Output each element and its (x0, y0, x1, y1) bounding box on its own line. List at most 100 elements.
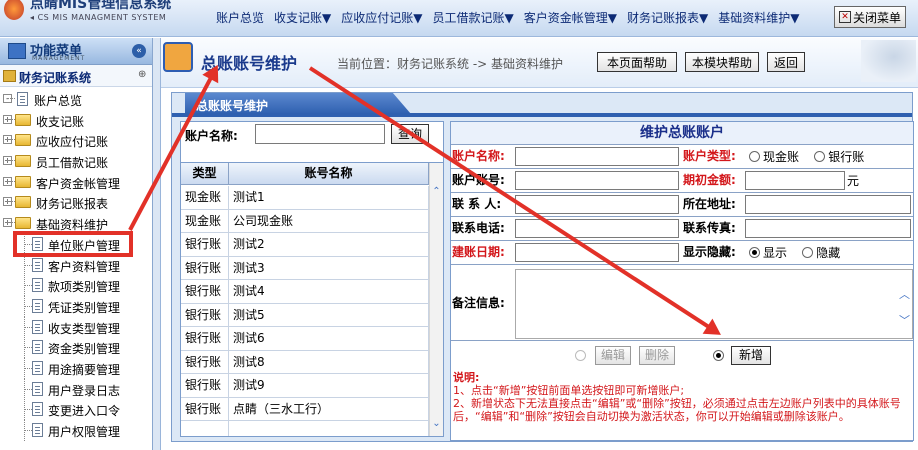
app-subtitle: ◂ CS MIS MANAGMENT SYSTEM (30, 13, 167, 22)
delete-button[interactable]: 删除 (639, 346, 675, 365)
table-body: 现金账 测试1 现金账 公司现金账 银行账 测试2 银行账 测试3 银行账 测试4 银行账 测试5 银行… (181, 186, 429, 436)
add-mode-radio[interactable] (713, 350, 724, 361)
sidebar-item[interactable]: 款项类别管理 (0, 275, 152, 297)
table-row[interactable]: 现金账 公司现金账 (181, 209, 429, 233)
fax-label: 联系传真: (682, 217, 746, 240)
cell-account-name: 测试8 (229, 350, 429, 373)
nav-item-5[interactable]: 财务记账报表▼ (622, 9, 713, 26)
table-row[interactable] (181, 421, 429, 436)
account-number-field[interactable] (515, 171, 679, 190)
panel-tab-label: 总账账号维护 (196, 99, 269, 113)
cell-type: 现金账 (181, 186, 229, 209)
menu-icon (8, 43, 26, 59)
sidebar-item[interactable]: 客户资料管理 (0, 254, 152, 276)
close-menu-button[interactable]: ✕ 关闭菜单 (834, 6, 906, 28)
nav-item-1[interactable]: 收支记账▼ (269, 9, 336, 26)
table-row[interactable]: 银行账 测试3 (181, 256, 429, 280)
sidebar-item[interactable]: + 员工借款记账 (0, 151, 152, 172)
cell-account-name: 测试4 (229, 280, 429, 303)
sidebar-item[interactable]: 用户权限管理 (0, 420, 152, 441)
account-name-field[interactable] (515, 147, 679, 166)
sidebar-item[interactable]: 收支类型管理 (0, 316, 152, 338)
chevron-down-icon[interactable]: ﹀ (899, 312, 910, 328)
nav-item-0[interactable]: 账户总览 (211, 9, 269, 26)
sidebar-item[interactable]: 凭证类别管理 (0, 295, 152, 317)
sidebar-item[interactable]: 用途摘要管理 (0, 357, 152, 379)
phone-label: 联系电话: (451, 217, 515, 240)
account-name-search-input[interactable] (255, 124, 385, 144)
action-row: 编辑 删除 新增 (451, 344, 913, 372)
scroll-down-icon[interactable]: ⌄ (430, 417, 443, 431)
table-row[interactable]: 银行账 点睛（三水工行） (181, 397, 429, 421)
nav-item-2[interactable]: 应收应付记账▼ (336, 9, 427, 26)
document-icon (17, 92, 28, 106)
cell-type: 银行账 (181, 256, 229, 279)
table-row[interactable]: 现金账 测试1 (181, 186, 429, 210)
sidebar-item[interactable]: 变更进入口令 (0, 399, 152, 421)
tree-line (7, 98, 15, 99)
table-row[interactable]: 银行账 测试8 (181, 350, 429, 374)
tree-line (7, 222, 15, 224)
sidebar-item[interactable]: 资金类别管理 (0, 337, 152, 359)
folder-icon (15, 155, 31, 168)
sidebar-root[interactable]: 财务记账系统 ⊕ (0, 65, 152, 87)
sidebar-root-label: 财务记账系统 (19, 71, 92, 85)
address-field[interactable] (745, 195, 911, 214)
nav-item-6[interactable]: 基础资料维护▼ (713, 9, 804, 26)
chevron-up-icon[interactable]: ︿ (899, 286, 910, 302)
module-help-button[interactable]: 本模块帮助 (685, 52, 759, 72)
hide-radio[interactable] (802, 247, 814, 258)
document-icon (32, 381, 43, 396)
show-radio[interactable] (749, 247, 760, 258)
sidebar-item[interactable]: + 应收应付记账 (0, 130, 152, 151)
account-type-radio-group: 现金账 银行账 (749, 147, 864, 167)
nav-item-3[interactable]: 员工借款记账▼ (427, 9, 518, 26)
collapse-sidebar-icon[interactable]: « (132, 44, 146, 58)
main-panel: 总账账号维护 账户名称: 查询 类型 账号名称 现金账测试1现金账公司现金账银行… (171, 92, 914, 442)
table-row[interactable]: 银行账 测试6 (181, 327, 429, 351)
folder-icon (15, 217, 31, 230)
created-date-label: 建账日期: (451, 241, 515, 264)
sidebar-item[interactable]: - 账户总览 (0, 89, 152, 110)
table-row[interactable]: 银行账 测试5 (181, 303, 429, 327)
cell-account-name: 公司现金账 (229, 209, 429, 232)
bank-radio[interactable] (814, 151, 826, 162)
phone-field[interactable] (515, 219, 679, 238)
list-scrollbar[interactable]: ⌃ ⌄ (429, 163, 443, 436)
sidebar-item[interactable]: + 客户资金帐管理 (0, 172, 152, 193)
tree-line (24, 388, 32, 390)
document-icon (32, 257, 43, 272)
page-help-button[interactable]: 本页面帮助 (597, 52, 677, 72)
sidebar-item[interactable]: 用户登录日志 (0, 378, 152, 400)
account-list-box: 账户名称: 查询 类型 账号名称 现金账测试1现金账公司现金账银行账测试2银行账… (180, 121, 444, 437)
sidebar-item[interactable]: + 收支记账 (0, 110, 152, 131)
folder-icon (15, 134, 31, 147)
content-header: 总账账号维护 当前位置：财务记账系统 -> 基础资料维护 本页面帮助 本模块帮助… (161, 38, 918, 88)
edit-mode-radio[interactable] (575, 350, 586, 361)
initial-amount-field[interactable] (745, 171, 845, 190)
sidebar-item-label: 收支记账 (36, 114, 85, 129)
cell-type: 银行账 (181, 233, 229, 256)
table-row[interactable]: 银行账 测试9 (181, 374, 429, 398)
add-button[interactable]: 新增 (731, 346, 771, 365)
edit-button[interactable]: 编辑 (595, 346, 631, 365)
back-button[interactable]: 返回 (767, 52, 805, 72)
contact-field[interactable] (515, 195, 679, 214)
help-text: 说明: 1、点击“新增”按钮前面单选按钮即可新增账户; 2、新增状态下无法直接点… (453, 371, 911, 423)
table-row[interactable]: 银行账 测试2 (181, 233, 429, 257)
cell-type: 银行账 (181, 374, 229, 397)
sidebar-item[interactable]: + 财务记账报表 (0, 192, 152, 213)
pin-icon[interactable]: ⊕ (138, 69, 146, 80)
fax-field[interactable] (745, 219, 911, 238)
table-row[interactable]: 银行账 测试4 (181, 280, 429, 304)
cash-radio[interactable] (749, 151, 760, 162)
page-icon (163, 42, 193, 72)
top-banner: 点睛MIS管理信息系统 ◂ CS MIS MANAGMENT SYSTEM 账户… (0, 0, 918, 37)
scroll-up-icon[interactable]: ⌃ (430, 185, 443, 199)
folder-icon (15, 175, 31, 188)
handshake-image (861, 40, 916, 82)
tree-line (24, 285, 32, 287)
nav-item-4[interactable]: 客户资金帐管理▼ (519, 9, 622, 26)
sidebar-splitter[interactable] (153, 38, 161, 450)
cell-account-name: 测试2 (229, 233, 429, 256)
